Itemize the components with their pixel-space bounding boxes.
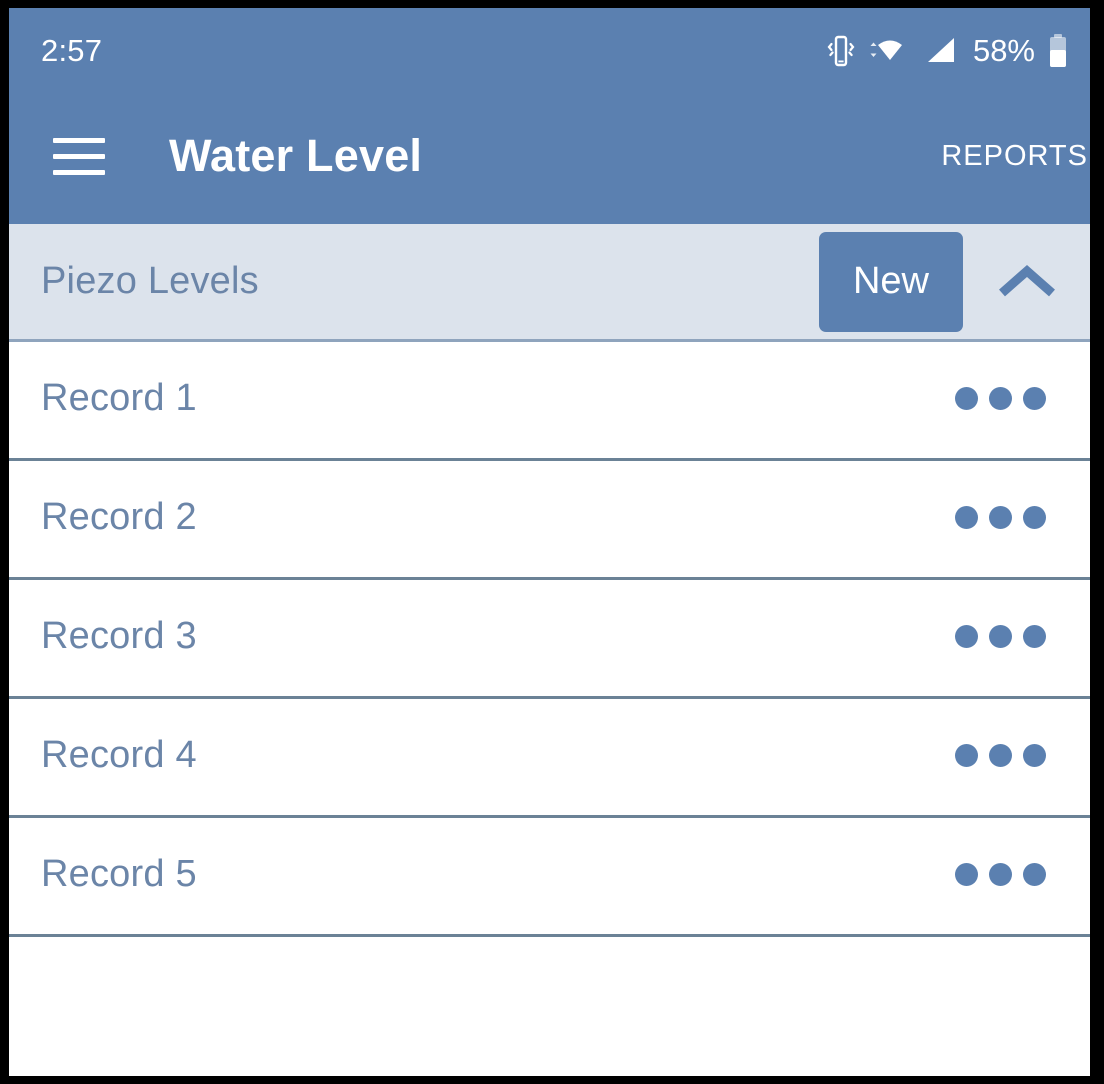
section-title: Piezo Levels xyxy=(41,260,259,302)
dot-1 xyxy=(955,743,978,767)
overflow-menu-icon[interactable] xyxy=(947,492,1054,543)
section-actions: New xyxy=(819,224,1090,339)
record-label: Record 2 xyxy=(41,495,197,538)
status-icons: 58% xyxy=(826,33,1068,69)
dot-2 xyxy=(989,743,1012,767)
dot-2 xyxy=(989,386,1012,410)
dot-2 xyxy=(989,505,1012,529)
chevron-up-icon[interactable] xyxy=(963,224,1090,339)
dot-3 xyxy=(1023,386,1046,410)
app-bar: Water Level REPORTS xyxy=(9,94,1090,224)
record-label: Record 4 xyxy=(41,733,197,776)
vibrate-icon xyxy=(826,34,856,68)
table-row[interactable]: Record 1 xyxy=(9,342,1090,461)
reports-button[interactable]: REPORTS xyxy=(941,140,1088,173)
status-bar: 2:57 58% xyxy=(9,8,1090,94)
record-label: Record 5 xyxy=(41,852,197,895)
dot-3 xyxy=(1023,505,1046,529)
overflow-menu-icon[interactable] xyxy=(947,849,1054,900)
table-row[interactable]: Record 2 xyxy=(9,461,1090,580)
dot-3 xyxy=(1023,862,1046,886)
battery-icon xyxy=(1048,33,1068,69)
dot-1 xyxy=(955,862,978,886)
list-empty-area xyxy=(9,937,1090,1076)
record-label: Record 3 xyxy=(41,614,197,657)
overflow-menu-icon[interactable] xyxy=(947,611,1054,662)
dot-2 xyxy=(989,624,1012,648)
menu-bar-3 xyxy=(53,169,105,175)
dot-1 xyxy=(955,386,978,410)
cellular-signal-icon xyxy=(924,34,958,68)
dot-2 xyxy=(989,862,1012,886)
overflow-menu-icon[interactable] xyxy=(947,730,1054,781)
page-title: Water Level xyxy=(169,130,423,181)
wifi-icon xyxy=(869,34,911,68)
new-button[interactable]: New xyxy=(819,231,963,332)
table-row[interactable]: Record 4 xyxy=(9,699,1090,818)
record-list: Record 1 Record 2 Record 3 Record 4 Reco xyxy=(9,342,1090,1076)
hamburger-menu-icon[interactable] xyxy=(53,134,109,178)
dot-3 xyxy=(1023,624,1046,648)
table-row[interactable]: Record 5 xyxy=(9,818,1090,937)
record-label: Record 1 xyxy=(41,376,197,419)
dot-1 xyxy=(955,505,978,529)
status-clock: 2:57 xyxy=(41,33,103,68)
battery-percent-label: 58% xyxy=(972,33,1035,68)
overflow-menu-icon[interactable] xyxy=(947,373,1054,424)
table-row[interactable]: Record 3 xyxy=(9,580,1090,699)
menu-bar-2 xyxy=(53,153,105,159)
section-header-piezo-levels: Piezo Levels New xyxy=(9,224,1090,342)
dot-3 xyxy=(1023,743,1046,767)
menu-bar-1 xyxy=(53,137,105,143)
dot-1 xyxy=(955,624,978,648)
device-screen: 2:57 58% Water Level REPORTS Piezo Level… xyxy=(9,8,1090,1076)
